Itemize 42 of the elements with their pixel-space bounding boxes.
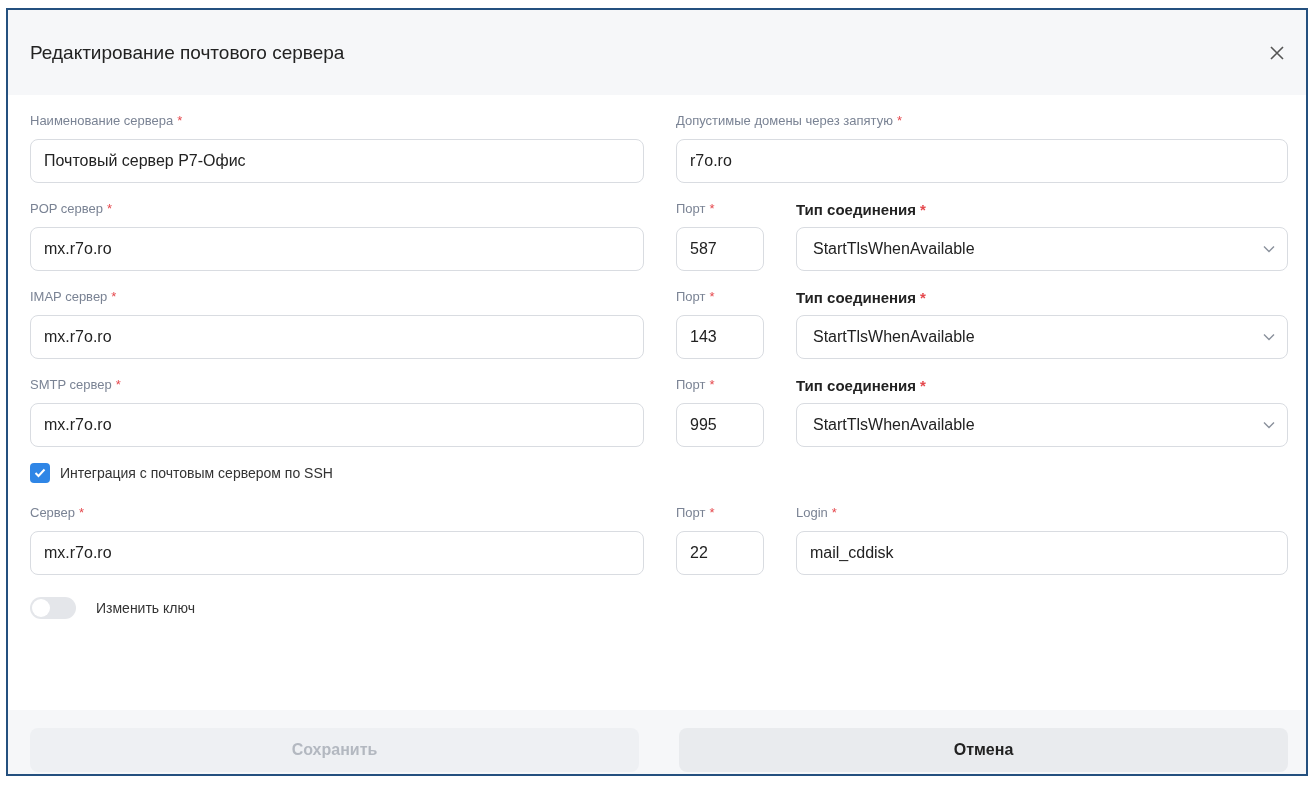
close-icon <box>1269 44 1285 61</box>
field-label: Порт * <box>676 505 715 522</box>
checkbox[interactable] <box>30 463 50 483</box>
field-label: Порт * <box>676 377 715 394</box>
field-label: IMAP сервер * <box>30 289 117 306</box>
port-input[interactable]: 22 <box>676 531 764 575</box>
field-label: Допустимые домены через запятую * <box>676 113 902 130</box>
field-label: SMTP сервер * <box>30 377 121 394</box>
text-input[interactable]: Почтовый сервер Р7-Офис <box>30 139 644 183</box>
toggle-label: Изменить ключ <box>96 600 195 616</box>
chevron-down-icon <box>1263 333 1275 341</box>
connection-type-select[interactable]: StartTlsWhenAvailable <box>796 315 1288 359</box>
field-label: Наименование сервера * <box>30 113 183 130</box>
checkmark-icon <box>34 468 46 478</box>
text-input[interactable]: mx.r7o.ro <box>30 315 644 359</box>
text-input[interactable]: mx.r7o.ro <box>30 531 644 575</box>
connection-type-select[interactable]: StartTlsWhenAvailable <box>796 403 1288 447</box>
field-label: POP сервер * <box>30 201 113 218</box>
field-label: Тип соединения * <box>796 201 926 220</box>
text-input[interactable]: mail_cddisk <box>796 531 1288 575</box>
field-label: Порт * <box>676 289 715 306</box>
select-value: StartTlsWhenAvailable <box>813 416 975 434</box>
field-label: Тип соединения * <box>796 377 926 396</box>
port-input[interactable]: 143 <box>676 315 764 359</box>
field-label: Сервер * <box>30 505 85 522</box>
select-value: StartTlsWhenAvailable <box>813 240 975 258</box>
field-label: Login * <box>796 505 837 522</box>
port-input[interactable]: 587 <box>676 227 764 271</box>
field-label: Порт * <box>676 201 715 218</box>
dialog-button[interactable]: Отмена <box>679 728 1288 772</box>
port-input[interactable]: 995 <box>676 403 764 447</box>
chevron-down-icon <box>1263 245 1275 253</box>
chevron-down-icon <box>1263 421 1275 429</box>
select-value: StartTlsWhenAvailable <box>813 328 975 346</box>
checkbox-label: Интеграция с почтовым сервером по SSH <box>60 465 333 481</box>
dialog-title: Редактирование почтового сервера <box>30 41 345 64</box>
connection-type-select[interactable]: StartTlsWhenAvailable <box>796 227 1288 271</box>
text-input[interactable]: mx.r7o.ro <box>30 227 644 271</box>
field-label: Тип соединения * <box>796 289 926 308</box>
text-input[interactable]: mx.r7o.ro <box>30 403 644 447</box>
text-input[interactable]: r7o.ro <box>676 139 1288 183</box>
toggle-switch[interactable] <box>30 597 76 619</box>
